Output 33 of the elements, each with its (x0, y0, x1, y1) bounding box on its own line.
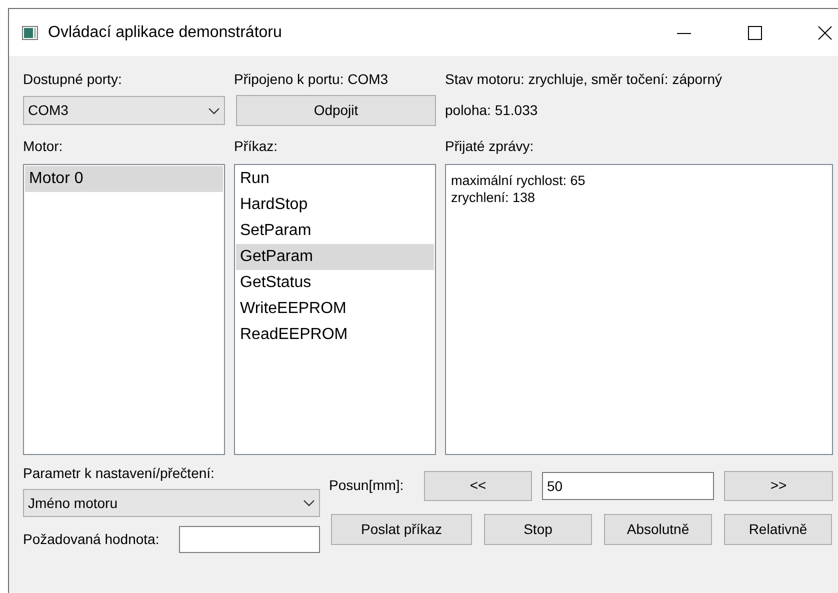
port-dropdown[interactable]: COM3 (23, 96, 225, 125)
caret-icon (303, 499, 315, 507)
window-title: Ovládací aplikace demonstrátoru (48, 22, 282, 42)
message-line: zrychlení: 138 (451, 189, 536, 206)
app-icon (22, 26, 38, 40)
position-text: poloha: 51.033 (445, 101, 538, 120)
close-icon[interactable] (818, 26, 832, 40)
command-label: Příkaz: (234, 136, 279, 156)
maximize-icon[interactable] (748, 26, 762, 40)
desired-value-field[interactable] (179, 526, 320, 553)
messages-label: Přijaté zprávy: (445, 136, 534, 156)
stop-button[interactable]: Stop (484, 514, 592, 545)
motor-list[interactable]: Motor 0 (23, 164, 225, 455)
parameter-dropdown[interactable]: Jméno motoru (23, 489, 320, 517)
disconnect-button[interactable]: Odpojit (236, 95, 436, 126)
send-command-button[interactable]: Poslat příkaz (331, 514, 472, 545)
parameter-label: Parametr k nastavení/přečtení: (23, 464, 216, 483)
caret-icon (208, 106, 220, 114)
step-forward-button[interactable]: >> (724, 470, 833, 500)
shift-field[interactable]: 50 (542, 472, 714, 500)
motor-status-text: Stav motoru: zrychluje, směr točení: záporný (445, 70, 722, 89)
step-back-button[interactable]: << (424, 470, 532, 500)
motor-label: Motor: (23, 136, 64, 156)
motor-list-item[interactable]: Motor 0 (25, 166, 223, 192)
shift-label: Posun[mm]: (329, 476, 405, 495)
command-list[interactable]: Run HardStop SetParam GetParam GetStatus WriteEEPROM ReadEEPROM (234, 164, 436, 455)
message-line: maximální rychlost: 65 (451, 172, 586, 189)
absolute-button[interactable]: Absolutně (604, 514, 712, 545)
relative-button[interactable]: Relativně (724, 514, 832, 545)
connection-label: Připojeno k portu: COM3 (234, 70, 390, 89)
ports-label: Dostupné porty: (23, 70, 123, 89)
desired-value-label: Požadovaná hodnota: (23, 530, 160, 549)
command-list-item[interactable]: GetParam (236, 244, 434, 270)
